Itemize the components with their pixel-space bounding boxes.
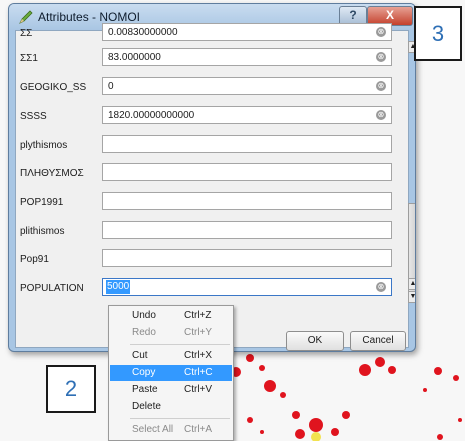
field-label: plithismos [20, 226, 65, 237]
clear-field-icon[interactable]: ⊗ [376, 27, 386, 37]
attribute-row: Pop91 [16, 245, 400, 274]
field-value: 0.00830000000 [108, 27, 178, 38]
field-input[interactable]: 1820.00000000000 ⊗ [102, 106, 392, 124]
field-input[interactable] [102, 135, 392, 153]
attribute-row: POP1991 [16, 188, 400, 217]
menu-item-label: Select All [132, 424, 174, 435]
field-input[interactable] [102, 163, 392, 181]
menu-item-shortcut: Ctrl+X [184, 350, 213, 361]
scroll-up-arrow-icon[interactable]: ▲ [408, 278, 415, 290]
menu-item-select-all[interactable]: Select All Ctrl+A [110, 422, 232, 438]
menu-item-paste[interactable]: Paste Ctrl+V [110, 382, 232, 398]
clear-field-icon[interactable]: ⊗ [376, 110, 386, 120]
menu-item-shortcut: Ctrl+C [184, 367, 213, 378]
attribute-row: plythismos [16, 131, 400, 160]
field-label: ΣΣ1 [20, 53, 38, 64]
field-input[interactable] [102, 221, 392, 239]
menu-item-undo[interactable]: Undo Ctrl+Z [110, 308, 232, 324]
attribute-form: ΣΣ 0.00830000000 ⊗ ΣΣ1 83.0000000 ⊗ GEOG… [15, 23, 415, 351]
attribute-row: POPULATION 5000 ⊗ [16, 274, 400, 303]
clear-field-icon[interactable]: ⊗ [376, 282, 386, 292]
field-input[interactable] [102, 192, 392, 210]
field-label: POPULATION [20, 283, 84, 294]
menu-item-label: Paste [132, 384, 158, 395]
field-label: ΣΣ [20, 28, 33, 39]
annotation-callout-3: 3 [414, 6, 462, 61]
field-input[interactable] [102, 249, 392, 267]
menu-item-copy[interactable]: Copy Ctrl+C [110, 365, 232, 381]
clear-field-icon[interactable]: ⊗ [376, 52, 386, 62]
menu-item-label: Undo [132, 310, 156, 321]
attributes-dialog: Attributes - NOMOI ? X ΣΣ 0.00830000000 … [8, 3, 416, 352]
cancel-button[interactable]: Cancel [350, 331, 406, 351]
attribute-row: ΠΛΗΘΥΣΜΟΣ [16, 159, 400, 188]
menu-item-delete[interactable]: Delete [110, 399, 232, 415]
field-value: 1820.00000000000 [108, 110, 195, 121]
clear-field-icon[interactable]: ⊗ [376, 81, 386, 91]
field-input[interactable]: 0 ⊗ [102, 77, 392, 95]
field-input[interactable]: 5000 ⊗ [102, 278, 392, 296]
field-value-selected: 5000 [106, 280, 131, 294]
menu-item-redo[interactable]: Redo Ctrl+Y [110, 325, 232, 341]
menu-item-cut[interactable]: Cut Ctrl+X [110, 348, 232, 364]
menu-item-label: Copy [132, 367, 156, 378]
field-label: POP1991 [20, 197, 64, 208]
field-input[interactable]: 0.00830000000 ⊗ [102, 23, 392, 41]
field-value: 0 [108, 81, 114, 92]
menu-item-label: Redo [132, 327, 156, 338]
menu-separator [130, 418, 230, 419]
menu-item-label: Cut [132, 350, 148, 361]
attribute-row: SSSS 1820.00000000000 ⊗ [16, 102, 400, 131]
menu-item-shortcut: Ctrl+Z [184, 310, 212, 321]
field-value: 83.0000000 [108, 52, 161, 63]
menu-item-shortcut: Ctrl+V [184, 384, 213, 395]
ok-button[interactable]: OK [286, 331, 344, 351]
field-label: GEOGIKO_SS [20, 82, 87, 93]
attribute-row: GEOGIKO_SS 0 ⊗ [16, 73, 400, 102]
attribute-row: ΣΣ1 83.0000000 ⊗ [16, 44, 400, 73]
field-label: ΠΛΗΘΥΣΜΟΣ [20, 168, 84, 179]
menu-item-shortcut: Ctrl+Y [184, 327, 213, 338]
vertical-scrollbar[interactable]: ▲ ▲ ▼ [408, 31, 415, 335]
scroll-down-arrow-icon[interactable]: ▼ [408, 291, 415, 303]
field-label: Pop91 [20, 254, 49, 265]
menu-item-label: Delete [132, 401, 161, 412]
annotation-callout-2: 2 [46, 365, 96, 413]
field-input[interactable]: 83.0000000 ⊗ [102, 48, 392, 66]
context-menu: Undo Ctrl+Z Redo Ctrl+Y Cut Ctrl+X Copy … [108, 305, 234, 441]
field-label: plythismos [20, 140, 68, 151]
menu-item-shortcut: Ctrl+A [184, 424, 213, 435]
field-label: SSSS [20, 111, 47, 122]
attribute-row: plithismos [16, 217, 400, 246]
menu-separator [130, 344, 230, 345]
